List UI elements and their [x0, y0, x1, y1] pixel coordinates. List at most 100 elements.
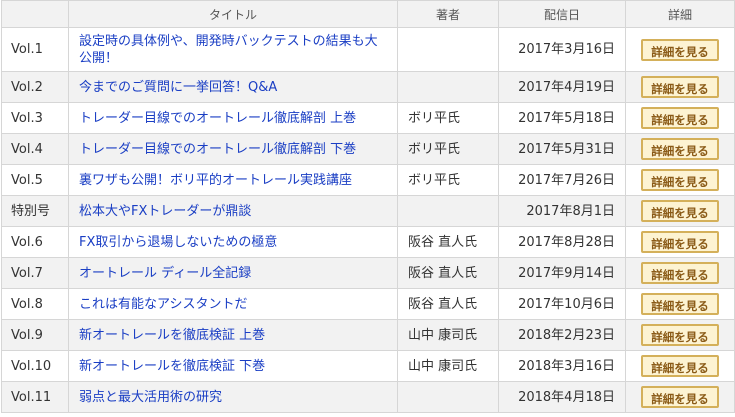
row-date: 2017年8月28日 — [498, 226, 626, 258]
detail-button[interactable]: 詳細を見る — [641, 76, 719, 98]
row-title-cell: 新オートレールを徹底検証 上巻 — [68, 319, 398, 351]
row-detail-cell: 詳細を見る — [625, 350, 735, 382]
row-title-link[interactable]: 裏ワザも公開！ボリ平的オートレール実践講座 — [79, 173, 352, 188]
header-title: タイトル — [68, 0, 398, 28]
row-detail-cell: 詳細を見る — [625, 27, 735, 72]
row-title-link[interactable]: 弱点と最大活用術の研究 — [79, 390, 222, 405]
row-title-link[interactable]: 新オートレールを徹底検証 下巻 — [79, 359, 265, 374]
row-vol: Vol.10 — [1, 350, 69, 382]
row-title-cell: 松本大やFXトレーダーが鼎談 — [68, 195, 398, 227]
header-vol — [1, 0, 69, 28]
header-detail: 詳細 — [625, 0, 735, 28]
row-title-link[interactable]: オートレール ディール全記録 — [79, 266, 251, 281]
row-vol: Vol.2 — [1, 71, 69, 103]
detail-button[interactable]: 詳細を見る — [641, 324, 719, 346]
row-date: 2017年10月6日 — [498, 288, 626, 320]
row-detail-cell: 詳細を見る — [625, 102, 735, 134]
table-row: Vol.9 新オートレールを徹底検証 上巻 山中 康司氏 2018年2月23日 … — [1, 319, 735, 351]
row-date: 2017年4月19日 — [498, 71, 626, 103]
row-title-cell: トレーダー目線でのオートレール徹底解剖 下巻 — [68, 133, 398, 165]
row-title-link[interactable]: トレーダー目線でのオートレール徹底解剖 下巻 — [79, 142, 356, 157]
row-author: 山中 康司氏 — [397, 350, 499, 382]
row-detail-cell: 詳細を見る — [625, 257, 735, 289]
table-row: Vol.7 オートレール ディール全記録 阪谷 直人氏 2017年9月14日 詳… — [1, 257, 735, 289]
row-date: 2017年3月16日 — [498, 27, 626, 72]
row-author: ボリ平氏 — [397, 102, 499, 134]
detail-button[interactable]: 詳細を見る — [641, 386, 719, 408]
row-title-link[interactable]: 新オートレールを徹底検証 上巻 — [79, 328, 265, 343]
header-author: 著者 — [397, 0, 499, 28]
row-title-link[interactable]: 松本大やFXトレーダーが鼎談 — [79, 204, 251, 219]
row-vol: 特別号 — [1, 195, 69, 227]
table-row: Vol.4 トレーダー目線でのオートレール徹底解剖 下巻 ボリ平氏 2017年5… — [1, 133, 735, 165]
row-author — [397, 27, 499, 72]
table-row: Vol.8 これは有能なアシスタントだ 阪谷 直人氏 2017年10月6日 詳細… — [1, 288, 735, 320]
row-vol: Vol.5 — [1, 164, 69, 196]
row-title-link[interactable]: トレーダー目線でのオートレール徹底解剖 上巻 — [79, 111, 356, 126]
row-vol: Vol.3 — [1, 102, 69, 134]
row-vol: Vol.1 — [1, 27, 69, 72]
row-vol: Vol.11 — [1, 381, 69, 413]
table-row: Vol.3 トレーダー目線でのオートレール徹底解剖 上巻 ボリ平氏 2017年5… — [1, 102, 735, 134]
row-detail-cell: 詳細を見る — [625, 381, 735, 413]
row-vol: Vol.9 — [1, 319, 69, 351]
row-title-link[interactable]: 今までのご質問に一挙回答！Q&A — [79, 80, 277, 95]
row-author — [397, 381, 499, 413]
header-date: 配信日 — [498, 0, 626, 28]
row-author: ボリ平氏 — [397, 133, 499, 165]
detail-button[interactable]: 詳細を見る — [641, 200, 719, 222]
row-detail-cell: 詳細を見る — [625, 288, 735, 320]
table-row: Vol.1 設定時の具体例や、開発時バックテストの結果も大公開！ 2017年3月… — [1, 27, 735, 72]
row-author: ボリ平氏 — [397, 164, 499, 196]
table-row: 特別号 松本大やFXトレーダーが鼎談 2017年8月1日 詳細を見る — [1, 195, 735, 227]
table-row: Vol.2 今までのご質問に一挙回答！Q&A 2017年4月19日 詳細を見る — [1, 71, 735, 103]
row-title-cell: 設定時の具体例や、開発時バックテストの結果も大公開！ — [68, 27, 398, 72]
row-author — [397, 71, 499, 103]
row-vol: Vol.8 — [1, 288, 69, 320]
row-date: 2017年5月31日 — [498, 133, 626, 165]
detail-button[interactable]: 詳細を見る — [641, 138, 719, 160]
row-author: 山中 康司氏 — [397, 319, 499, 351]
detail-button[interactable]: 詳細を見る — [641, 38, 719, 61]
table-row: Vol.5 裏ワザも公開！ボリ平的オートレール実践講座 ボリ平氏 2017年7月… — [1, 164, 735, 196]
table-row: Vol.11 弱点と最大活用術の研究 2018年4月18日 詳細を見る — [1, 381, 735, 413]
table-header-row: タイトル 著者 配信日 詳細 — [1, 0, 735, 28]
row-title-cell: 新オートレールを徹底検証 下巻 — [68, 350, 398, 382]
row-title-cell: 弱点と最大活用術の研究 — [68, 381, 398, 413]
row-detail-cell: 詳細を見る — [625, 71, 735, 103]
row-title-link[interactable]: これは有能なアシスタントだ — [79, 297, 247, 312]
row-detail-cell: 詳細を見る — [625, 319, 735, 351]
table-row: Vol.10 新オートレールを徹底検証 下巻 山中 康司氏 2018年3月16日… — [1, 350, 735, 382]
row-title-cell: オートレール ディール全記録 — [68, 257, 398, 289]
row-detail-cell: 詳細を見る — [625, 164, 735, 196]
detail-button[interactable]: 詳細を見る — [641, 107, 719, 129]
detail-button[interactable]: 詳細を見る — [641, 293, 719, 315]
detail-button[interactable]: 詳細を見る — [641, 169, 719, 191]
row-detail-cell: 詳細を見る — [625, 226, 735, 258]
row-title-link[interactable]: FX取引から退場しないための極意 — [79, 235, 277, 250]
row-title-cell: 今までのご質問に一挙回答！Q&A — [68, 71, 398, 103]
detail-button[interactable]: 詳細を見る — [641, 355, 719, 377]
row-title-cell: これは有能なアシスタントだ — [68, 288, 398, 320]
row-title-link[interactable]: 設定時の具体例や、開発時バックテストの結果も大公開！ — [79, 34, 378, 66]
row-title-cell: 裏ワザも公開！ボリ平的オートレール実践講座 — [68, 164, 398, 196]
row-detail-cell: 詳細を見る — [625, 133, 735, 165]
row-vol: Vol.4 — [1, 133, 69, 165]
row-date: 2017年5月18日 — [498, 102, 626, 134]
row-title-cell: トレーダー目線でのオートレール徹底解剖 上巻 — [68, 102, 398, 134]
row-date: 2017年7月26日 — [498, 164, 626, 196]
row-date: 2018年3月16日 — [498, 350, 626, 382]
table-row: Vol.6 FX取引から退場しないための極意 阪谷 直人氏 2017年8月28日… — [1, 226, 735, 258]
row-date: 2017年8月1日 — [498, 195, 626, 227]
row-vol: Vol.6 — [1, 226, 69, 258]
row-date: 2018年4月18日 — [498, 381, 626, 413]
row-date: 2018年2月23日 — [498, 319, 626, 351]
detail-button[interactable]: 詳細を見る — [641, 231, 719, 253]
row-author: 阪谷 直人氏 — [397, 226, 499, 258]
row-vol: Vol.7 — [1, 257, 69, 289]
newsletter-table: タイトル 著者 配信日 詳細 Vol.1 設定時の具体例や、開発時バックテストの… — [1, 0, 735, 413]
detail-button[interactable]: 詳細を見る — [641, 262, 719, 284]
row-author: 阪谷 直人氏 — [397, 288, 499, 320]
row-author: 阪谷 直人氏 — [397, 257, 499, 289]
row-date: 2017年9月14日 — [498, 257, 626, 289]
